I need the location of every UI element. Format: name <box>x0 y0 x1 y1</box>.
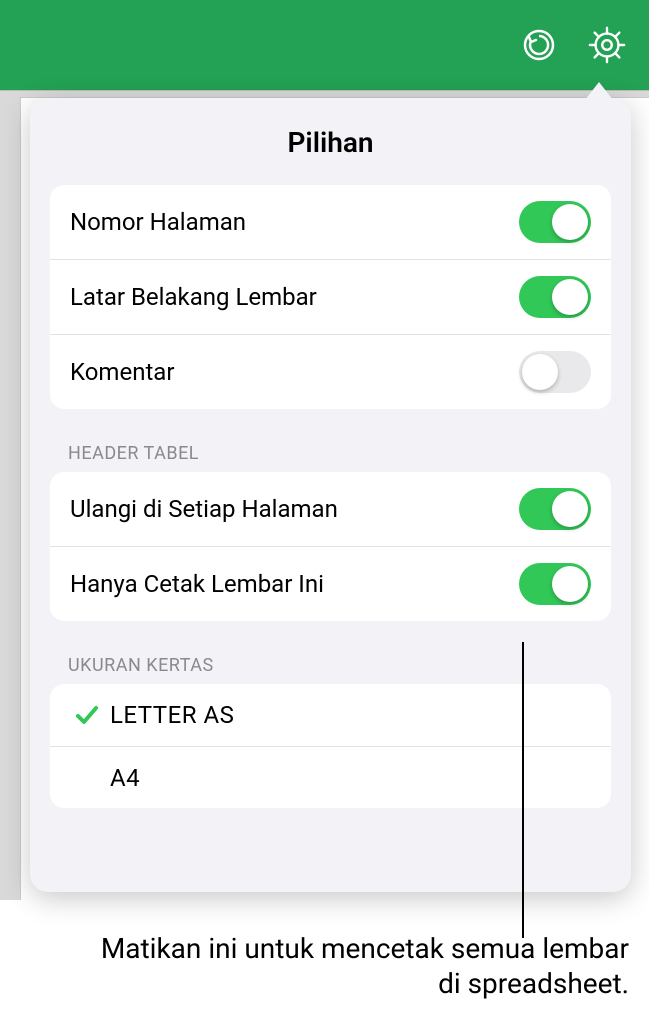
row-repeat-each-page: Ulangi di Setiap Halaman <box>50 472 611 546</box>
toggle-knob <box>552 491 588 527</box>
label-print-this-sheet-only: Hanya Cetak Lembar Ini <box>70 570 324 598</box>
label-repeat-each-page: Ulangi di Setiap Halaman <box>70 495 338 523</box>
app-toolbar <box>0 0 649 90</box>
callout-line <box>522 642 524 938</box>
row-paper-a4[interactable]: A4 <box>50 746 611 808</box>
settings-button[interactable] <box>587 25 627 65</box>
toggle-knob <box>552 279 588 315</box>
row-page-numbers: Nomor Halaman <box>50 185 611 259</box>
options-group-3: LETTER AS A4 <box>50 684 611 808</box>
label-paper-a4: A4 <box>110 764 140 792</box>
undo-icon <box>521 27 557 63</box>
label-comments: Komentar <box>70 358 175 386</box>
row-print-this-sheet-only: Hanya Cetak Lembar Ini <box>50 546 611 621</box>
undo-button[interactable] <box>519 25 559 65</box>
toggle-comments[interactable] <box>519 351 591 393</box>
popover-arrow <box>585 82 613 100</box>
label-paper-letter: LETTER AS <box>110 701 234 729</box>
toggle-print-this-sheet-only[interactable] <box>519 563 591 605</box>
options-popover: Pilihan Nomor Halaman Latar Belakang Lem… <box>30 98 631 892</box>
label-sheet-background: Latar Belakang Lembar <box>70 283 317 311</box>
gear-icon <box>587 24 627 66</box>
row-paper-letter[interactable]: LETTER AS <box>50 684 611 746</box>
caption-text: Matikan ini untuk mencetak semua lembar … <box>84 931 629 1001</box>
group-header-table: HEADER TABEL <box>68 443 593 464</box>
toggle-sheet-background[interactable] <box>519 276 591 318</box>
toggle-repeat-each-page[interactable] <box>519 488 591 530</box>
row-comments: Komentar <box>50 334 611 409</box>
toggle-knob <box>552 566 588 602</box>
toggle-knob <box>522 354 558 390</box>
popover-title: Pilihan <box>30 126 631 159</box>
options-group-1: Nomor Halaman Latar Belakang Lembar Kome… <box>50 185 611 409</box>
row-sheet-background: Latar Belakang Lembar <box>50 259 611 334</box>
toggle-page-numbers[interactable] <box>519 201 591 243</box>
options-group-2: Ulangi di Setiap Halaman Hanya Cetak Lem… <box>50 472 611 621</box>
label-page-numbers: Nomor Halaman <box>70 208 246 236</box>
check-icon <box>64 701 110 729</box>
toggle-knob <box>552 204 588 240</box>
group-header-paper-size: UKURAN KERTAS <box>68 655 593 676</box>
